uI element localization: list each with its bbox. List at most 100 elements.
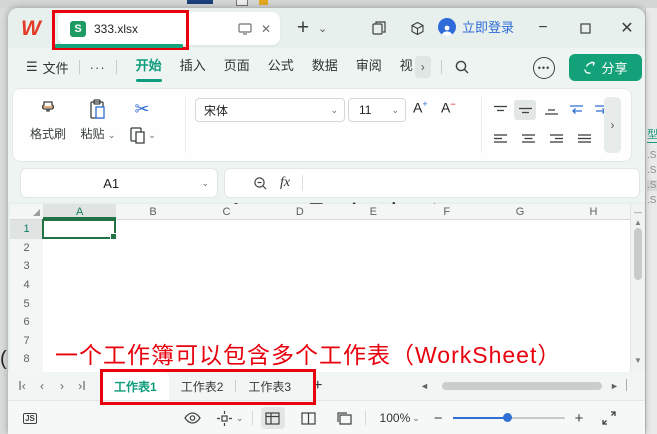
hscroll-right-icon[interactable]: ► [610, 382, 619, 391]
next-sheet-icon[interactable]: › [52, 379, 72, 393]
cell[interactable] [557, 313, 631, 333]
zoom-chevron-icon[interactable]: ⌄ [412, 413, 420, 424]
selection-mode-icon[interactable] [212, 407, 236, 429]
formula-bar[interactable]: fx [224, 168, 640, 198]
column-header[interactable]: E [337, 204, 411, 220]
cell[interactable] [116, 239, 190, 259]
fill-handle[interactable] [110, 233, 117, 240]
cell[interactable] [483, 313, 557, 333]
cell[interactable] [557, 239, 631, 259]
feedback-icon[interactable]: ••• [533, 57, 555, 79]
more-menu-button[interactable]: ··· [90, 60, 106, 75]
normal-view-button[interactable] [261, 407, 285, 429]
cell[interactable] [43, 239, 117, 259]
fullscreen-icon[interactable] [597, 407, 621, 429]
decrease-indent-button[interactable] [565, 100, 587, 120]
cell[interactable] [410, 257, 484, 277]
select-all-corner[interactable] [10, 204, 44, 220]
row-header[interactable]: 7 [10, 332, 44, 352]
row-header[interactable]: 4 [10, 276, 44, 296]
cell[interactable] [263, 276, 337, 296]
menu-tab-data[interactable]: 数据 [303, 48, 347, 86]
cell[interactable] [483, 276, 557, 296]
menu-tab-insert[interactable]: 插入 [171, 48, 215, 86]
zoom-percentage[interactable]: 100% [380, 411, 411, 425]
minimize-button[interactable]: − [532, 18, 554, 38]
fx-label[interactable]: fx [280, 175, 290, 191]
sheet-tab-2[interactable]: 工作表2 [169, 372, 236, 400]
align-center-button[interactable] [517, 128, 539, 148]
cell[interactable] [43, 294, 117, 314]
cell[interactable] [263, 313, 337, 333]
document-tab[interactable]: S 333.xlsx ✕ [58, 12, 280, 45]
cell[interactable] [337, 239, 411, 259]
search-icon[interactable] [454, 59, 470, 75]
row-header[interactable]: 5 [10, 294, 44, 314]
horizontal-scroll-thumb[interactable] [442, 382, 602, 390]
cell[interactable] [116, 294, 190, 314]
column-header[interactable]: B [116, 204, 190, 220]
cell[interactable] [410, 313, 484, 333]
font-name-select[interactable]: 宋体 ⌄ [195, 98, 345, 122]
copy-button[interactable]: ⌄ [125, 125, 159, 145]
cell[interactable] [557, 294, 631, 314]
add-sheet-button[interactable]: + [313, 377, 322, 395]
menu-tab-review[interactable]: 审阅 [347, 48, 391, 86]
cell[interactable] [263, 257, 337, 277]
cell[interactable] [337, 257, 411, 277]
menu-tab-formulas[interactable]: 公式 [259, 48, 303, 86]
row-header[interactable]: 8 [10, 350, 44, 370]
cell[interactable] [263, 294, 337, 314]
apps-cube-icon[interactable] [406, 18, 428, 38]
first-sheet-icon[interactable]: Ⅰ‹ [12, 379, 32, 393]
cell[interactable] [483, 220, 557, 240]
cell[interactable] [190, 294, 264, 314]
cell[interactable] [190, 220, 264, 240]
cell[interactable] [190, 276, 264, 296]
column-header[interactable]: F [410, 204, 484, 220]
align-bottom-button[interactable] [540, 100, 562, 120]
vertical-scrollbar[interactable]: — ▲ ▼ [630, 204, 644, 372]
file-menu[interactable]: ☰ 文件 [26, 58, 69, 77]
cell[interactable] [557, 350, 631, 370]
cell[interactable] [557, 220, 631, 240]
page-layout-view-button[interactable] [297, 407, 321, 429]
justify-button[interactable] [573, 128, 595, 148]
hscroll-left-icon[interactable]: ◄ [420, 382, 429, 391]
close-tab-icon[interactable]: ✕ [261, 22, 271, 36]
sheet-tab-1[interactable]: 工作表1 [102, 372, 169, 400]
cell[interactable] [116, 220, 190, 240]
menu-tab-home[interactable]: 开始 [127, 48, 171, 86]
zoom-out-button[interactable]: − [434, 410, 443, 427]
zoom-in-button[interactable]: + [575, 410, 584, 427]
grow-font-button[interactable]: A+ [413, 99, 428, 116]
menu-tab-page[interactable]: 页面 [215, 48, 259, 86]
cell[interactable] [190, 257, 264, 277]
new-tab-button[interactable]: + [291, 16, 315, 40]
cell[interactable] [116, 313, 190, 333]
share-button[interactable]: 分享 [569, 54, 642, 81]
row-header[interactable]: 6 [10, 313, 44, 333]
align-right-button[interactable] [545, 128, 567, 148]
tab-list-chevron-icon[interactable]: ⌄ [318, 22, 327, 35]
column-header[interactable]: A [43, 204, 117, 220]
last-sheet-icon[interactable]: ›Ⅰ [72, 379, 92, 393]
cell[interactable] [483, 239, 557, 259]
cell[interactable] [43, 276, 117, 296]
formula-zoom-icon[interactable] [253, 176, 268, 191]
name-box-chevron-icon[interactable]: ⌄ [201, 178, 209, 189]
cell[interactable] [557, 257, 631, 277]
row-header[interactable]: 1 [10, 220, 44, 240]
cell[interactable] [43, 257, 117, 277]
cell[interactable] [337, 220, 411, 240]
cell[interactable] [337, 276, 411, 296]
split-handle-icon[interactable]: — [631, 208, 644, 217]
wps-logo-icon[interactable]: W [21, 17, 39, 41]
cell[interactable] [410, 294, 484, 314]
column-header[interactable]: G [483, 204, 557, 220]
align-middle-button[interactable] [514, 100, 536, 120]
formula-input[interactable] [303, 172, 639, 194]
column-header[interactable]: H [557, 204, 631, 220]
close-button[interactable]: ✕ [616, 18, 638, 38]
cell[interactable] [337, 313, 411, 333]
